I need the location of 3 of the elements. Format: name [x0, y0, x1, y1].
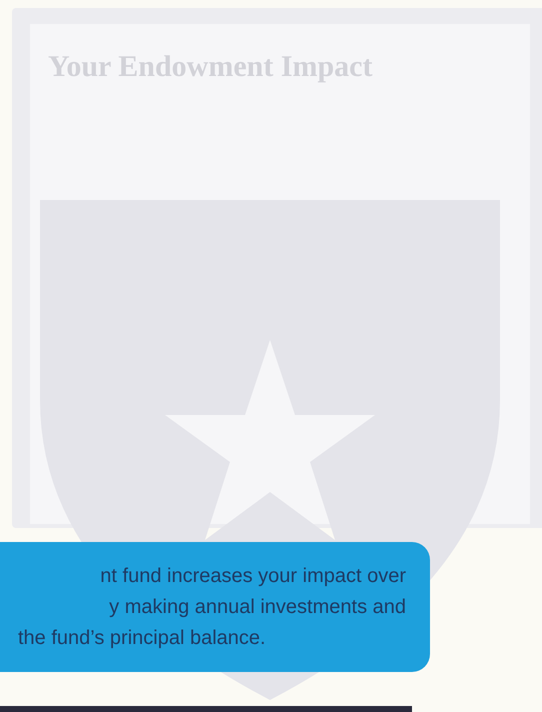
callout-text-line: nt fund increases your impact over	[100, 564, 406, 588]
callout-text-line: y making annual investments and	[109, 594, 406, 620]
callout-text-line: the fund’s principal balance.	[17, 626, 266, 650]
